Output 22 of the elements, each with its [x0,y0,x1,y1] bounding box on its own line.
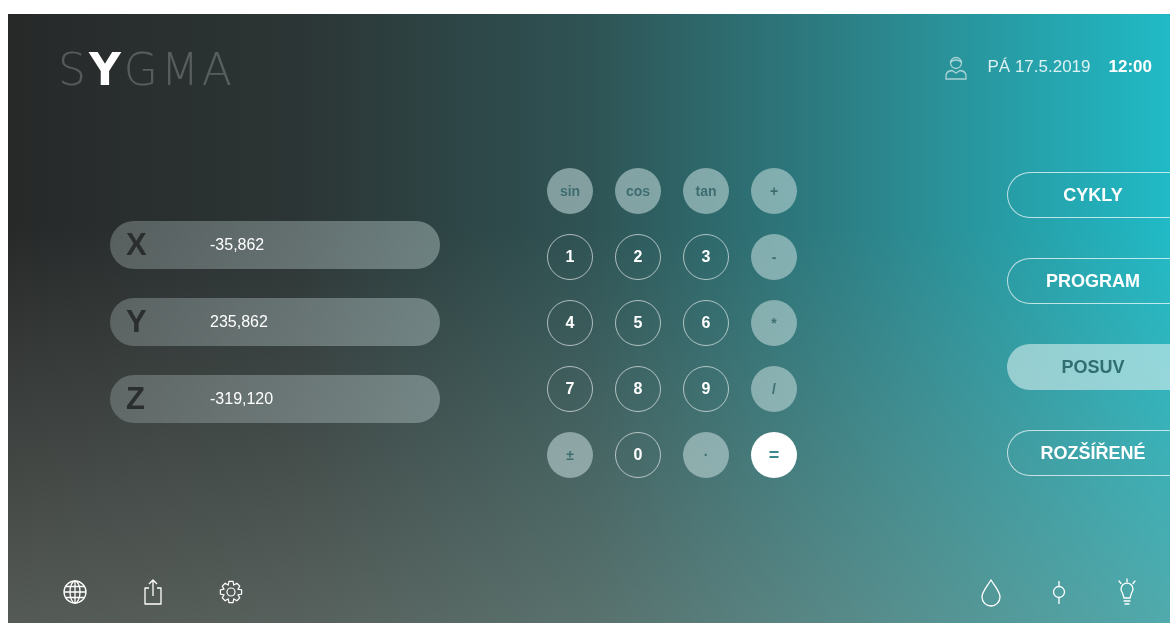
keypad-key[interactable]: / [751,366,797,412]
axis-value: -319,120 [209,390,274,408]
keypad-key[interactable]: + [751,168,797,214]
keypad-key[interactable]: sin [547,168,593,214]
keypad-key[interactable]: = [751,432,797,478]
user-icon[interactable] [943,54,970,80]
keypad-key[interactable]: cos [615,168,661,214]
keypad-key[interactable]: · [683,432,729,478]
globe-icon[interactable] [60,577,90,607]
keypad-key[interactable]: - [751,234,797,280]
keypad-key[interactable]: ± [547,432,593,478]
keypad-key[interactable]: tan [683,168,729,214]
axis-label: Z [125,381,146,417]
keypad-key[interactable]: * [751,300,797,346]
axis-value: -35,862 [209,236,265,254]
axis-readout[interactable]: Y 235,862 [110,298,440,346]
axis-label: Y [125,304,148,340]
date: PÁ 17.5.2019 [987,57,1091,77]
menu-button[interactable]: POSUV [1007,344,1170,390]
axis-readout[interactable]: Z -319,120 [110,375,440,423]
axis-value: 235,862 [209,313,268,331]
clock-time: 12:00 [1108,57,1152,77]
